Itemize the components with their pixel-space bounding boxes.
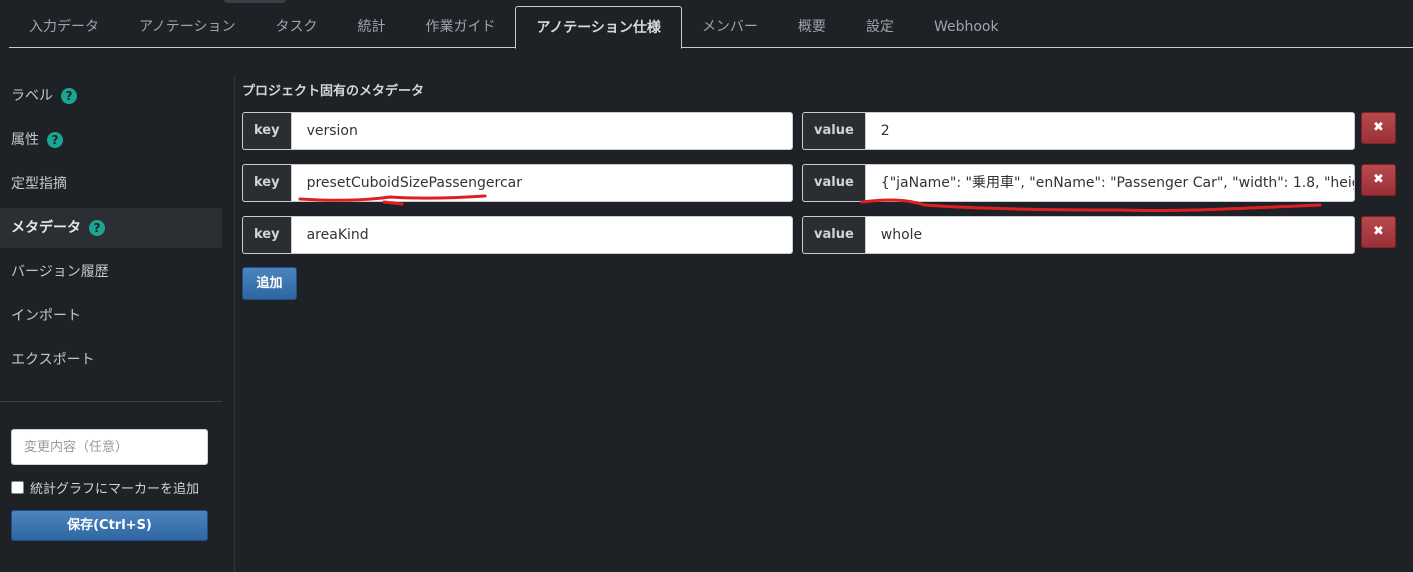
tab-members[interactable]: メンバー: [682, 6, 778, 48]
sidebar-item-label: メタデータ: [11, 220, 81, 236]
sidebar-divider: [0, 401, 222, 402]
tab-statistics[interactable]: 統計: [337, 6, 405, 48]
sidebar-item-labels[interactable]: ラベル ?: [0, 76, 222, 116]
metadata-row: key version value 2 ✖: [242, 112, 1402, 150]
tab-overview[interactable]: 概要: [778, 6, 846, 48]
red-underline-key-tail: [382, 200, 404, 206]
key-input[interactable]: areaKind: [290, 216, 793, 254]
delete-row-button[interactable]: ✖: [1361, 164, 1396, 196]
help-icon[interactable]: ?: [47, 132, 63, 148]
value-addon: value: [802, 216, 865, 254]
value-addon: value: [802, 112, 865, 150]
key-addon: key: [242, 164, 291, 202]
delete-row-button[interactable]: ✖: [1361, 112, 1396, 144]
help-icon[interactable]: ?: [89, 220, 105, 236]
sidebar-item-label: 属性: [11, 132, 39, 148]
delete-row-button[interactable]: ✖: [1361, 216, 1396, 248]
metadata-row: key presetCuboidSizePassengercar value {…: [242, 164, 1402, 202]
tab-webhook[interactable]: Webhook: [914, 6, 1019, 48]
help-icon[interactable]: ?: [61, 88, 77, 104]
sidebar-item-attributes[interactable]: 属性 ?: [0, 120, 222, 160]
sidebar-item-import[interactable]: インポート: [0, 296, 222, 336]
tab-task[interactable]: タスク: [255, 6, 337, 48]
key-group: key areaKind: [242, 216, 793, 254]
sidebar-item-export[interactable]: エクスポート: [0, 340, 222, 380]
spec-sidebar: ラベル ? 属性 ? 定型指摘 メタデータ ? バージョン履歴 インポート エク…: [0, 76, 222, 384]
sidebar-item-label: 定型指摘: [11, 176, 67, 192]
value-group: value whole: [802, 216, 1355, 254]
tab-settings[interactable]: 設定: [846, 6, 914, 48]
tab-input-data[interactable]: 入力データ: [9, 6, 119, 48]
sidebar-item-metadata[interactable]: メタデータ ?: [0, 208, 222, 248]
key-addon: key: [242, 112, 291, 150]
tab-work-guide[interactable]: 作業ガイド: [405, 6, 515, 48]
section-title: プロジェクト固有のメタデータ: [242, 84, 425, 99]
key-input[interactable]: presetCuboidSizePassengercar: [290, 164, 793, 202]
value-group: value {"jaName": "乗用車", "enName": "Passe…: [802, 164, 1355, 202]
sidebar-item-inspection-phrases[interactable]: 定型指摘: [0, 164, 222, 204]
value-input[interactable]: whole: [864, 216, 1355, 254]
tab-annotation[interactable]: アノテーション: [119, 6, 255, 48]
content-divider: [234, 76, 235, 572]
metadata-row: key areaKind value whole ✖: [242, 216, 1402, 254]
marker-checkbox-label: 統計グラフにマーカーを追加: [30, 482, 200, 497]
value-input[interactable]: 2: [864, 112, 1355, 150]
tab-list: 入力データ アノテーション タスク 統計 作業ガイド アノテーション仕様 メンバ…: [9, 6, 1019, 49]
marker-option[interactable]: 統計グラフにマーカーを追加: [11, 478, 199, 497]
sidebar-item-label: ラベル: [11, 88, 53, 104]
add-metadata-button[interactable]: 追加: [242, 267, 297, 300]
value-addon: value: [802, 164, 865, 202]
key-group: key presetCuboidSizePassengercar: [242, 164, 793, 202]
marker-checkbox[interactable]: [11, 481, 24, 494]
value-input[interactable]: {"jaName": "乗用車", "enName": "Passenger C…: [864, 164, 1355, 202]
sidebar-item-label: インポート: [11, 308, 81, 324]
key-addon: key: [242, 216, 291, 254]
project-title-fragment: [224, 0, 286, 3]
sidebar-item-label: エクスポート: [11, 352, 95, 368]
sidebar-item-version-history[interactable]: バージョン履歴: [0, 252, 222, 292]
tab-annotation-spec[interactable]: アノテーション仕様: [515, 6, 682, 49]
save-button[interactable]: 保存(Ctrl+S): [11, 510, 208, 541]
change-memo-input[interactable]: [11, 429, 208, 465]
tab-bar: 入力データ アノテーション タスク 統計 作業ガイド アノテーション仕様 メンバ…: [0, 0, 1413, 49]
key-group: key version: [242, 112, 793, 150]
sidebar-item-label: バージョン履歴: [11, 264, 109, 280]
value-group: value 2: [802, 112, 1355, 150]
key-input[interactable]: version: [290, 112, 793, 150]
